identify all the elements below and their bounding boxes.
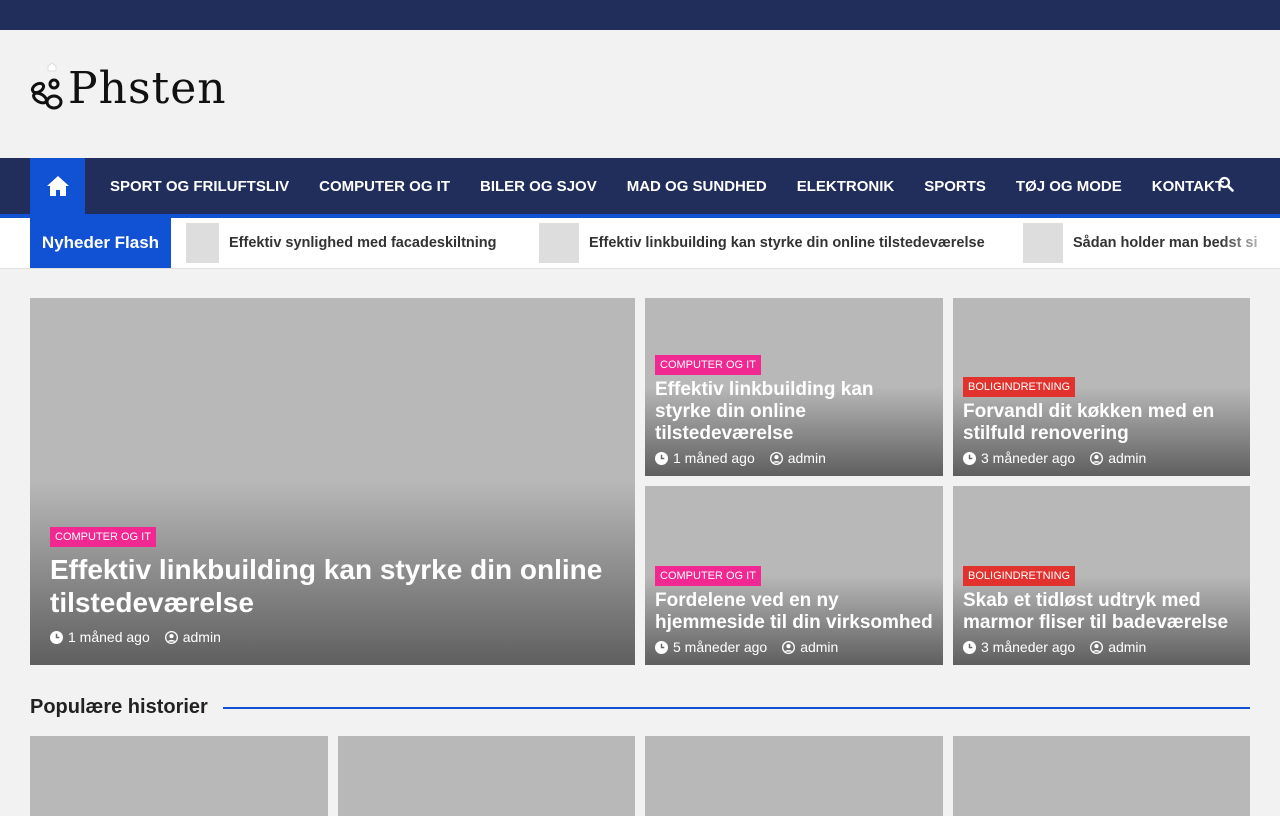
featured-post[interactable]: COMPUTER OG IT Fordelene ved en ny hjemm… xyxy=(645,486,943,665)
nav-item-mad[interactable]: MAD OG SUNDHED xyxy=(612,178,782,195)
category-badge[interactable]: BOLIGINDRETNING xyxy=(963,377,1076,397)
featured-post[interactable]: COMPUTER OG IT Effektiv linkbuilding kan… xyxy=(645,298,943,476)
post-author-text: admin xyxy=(787,450,826,466)
nav-item-elektronik[interactable]: ELEKTRONIK xyxy=(782,178,910,195)
user-icon xyxy=(1090,451,1104,465)
post-author-text: admin xyxy=(800,639,839,655)
user-icon xyxy=(164,630,178,644)
section-divider xyxy=(222,706,1250,709)
ticker-item[interactable]: Effektiv synlighed med facadeskiltning xyxy=(186,223,497,263)
ticker-item-title: Effektiv synlighed med facadeskiltning xyxy=(229,235,497,251)
popular-post-card[interactable] xyxy=(30,736,328,816)
clock-icon xyxy=(655,640,668,654)
featured-post[interactable]: BOLIGINDRETNING Forvandl dit køkken med … xyxy=(953,298,1250,476)
post-date[interactable]: 1 måned ago xyxy=(655,450,755,466)
ticker-thumbnail xyxy=(1023,223,1063,263)
post-date-text: 3 måneder ago xyxy=(981,450,1076,466)
clock-icon xyxy=(963,451,976,465)
post-author[interactable]: admin xyxy=(782,639,838,655)
post-date[interactable]: 3 måneder ago xyxy=(963,450,1075,466)
clock-icon xyxy=(655,451,668,465)
user-icon xyxy=(1090,640,1104,654)
logo-text: Phsten xyxy=(68,62,227,114)
category-badge[interactable]: COMPUTER OG IT xyxy=(655,355,761,375)
category-badge[interactable]: BOLIGINDRETNING xyxy=(963,566,1076,586)
ticker-fade xyxy=(1220,218,1280,268)
post-author-text: admin xyxy=(1108,450,1147,466)
nav-item-computer[interactable]: COMPUTER OG IT xyxy=(304,178,465,195)
main-nav: SPORT OG FRILUFTSLIV COMPUTER OG IT BILE… xyxy=(0,158,1280,218)
post-date[interactable]: 1 måned ago xyxy=(50,629,150,645)
post-author[interactable]: admin xyxy=(769,450,826,466)
post-author-text: admin xyxy=(182,629,221,645)
post-date[interactable]: 3 måneder ago xyxy=(963,639,1075,655)
clock-icon xyxy=(50,630,63,644)
post-title[interactable]: Forvandl dit køkken med en stilfuld reno… xyxy=(963,401,1240,445)
section-title: Populære historier xyxy=(30,696,208,718)
category-badge[interactable]: COMPUTER OG IT xyxy=(655,566,761,586)
home-button[interactable] xyxy=(30,158,85,214)
nav-item-sports[interactable]: SPORTS xyxy=(909,178,1001,195)
ticker-thumbnail xyxy=(186,223,219,263)
post-title[interactable]: Fordelene ved en ny hjemmeside til din v… xyxy=(655,590,933,634)
user-icon xyxy=(782,640,796,654)
site-logo[interactable]: Phsten xyxy=(30,62,227,114)
post-author-text: admin xyxy=(1108,639,1147,655)
post-date-text: 3 måneder ago xyxy=(981,639,1076,655)
post-date[interactable]: 5 måneder ago xyxy=(655,639,767,655)
category-badge[interactable]: COMPUTER OG IT xyxy=(50,527,156,547)
popular-section-header: Populære historier xyxy=(30,696,1250,719)
post-title[interactable]: Effektiv linkbuilding kan styrke din onl… xyxy=(50,553,625,619)
featured-post-main[interactable]: COMPUTER OG IT Effektiv linkbuilding kan… xyxy=(30,298,635,665)
post-title[interactable]: Skab et tidløst udtryk med marmor fliser… xyxy=(963,590,1240,634)
home-icon xyxy=(46,176,69,196)
post-title[interactable]: Effektiv linkbuilding kan styrke din onl… xyxy=(655,379,933,445)
search-button[interactable] xyxy=(1218,176,1234,197)
nav-item-biler[interactable]: BILER OG SJOV xyxy=(465,178,612,195)
logo-icon xyxy=(30,62,63,110)
post-date-text: 5 måneder ago xyxy=(673,639,768,655)
ticker-item-title: Effektiv linkbuilding kan styrke din onl… xyxy=(589,235,985,251)
ticker-item[interactable]: Effektiv linkbuilding kan styrke din onl… xyxy=(539,223,985,263)
ticker-thumbnail xyxy=(539,223,579,263)
user-icon xyxy=(769,451,783,465)
search-icon xyxy=(1218,176,1234,192)
post-author[interactable]: admin xyxy=(1090,450,1146,466)
post-author[interactable]: admin xyxy=(1090,639,1146,655)
clock-icon xyxy=(963,640,976,654)
ticker-label: Nyheder Flash xyxy=(30,218,171,268)
popular-post-card[interactable] xyxy=(338,736,635,816)
nav-item-toj[interactable]: TØJ OG MODE xyxy=(1001,178,1137,195)
nav-item-sport[interactable]: SPORT OG FRILUFTSLIV xyxy=(95,178,304,195)
popular-post-card[interactable] xyxy=(645,736,943,816)
post-author[interactable]: admin xyxy=(164,629,221,645)
top-bar xyxy=(0,0,1280,30)
featured-post[interactable]: BOLIGINDRETNING Skab et tidløst udtryk m… xyxy=(953,486,1250,665)
post-date-text: 1 måned ago xyxy=(68,629,150,645)
popular-post-card[interactable] xyxy=(953,736,1250,816)
post-date-text: 1 måned ago xyxy=(673,450,755,466)
news-ticker: Nyheder Flash Effektiv synlighed med fac… xyxy=(0,218,1280,269)
